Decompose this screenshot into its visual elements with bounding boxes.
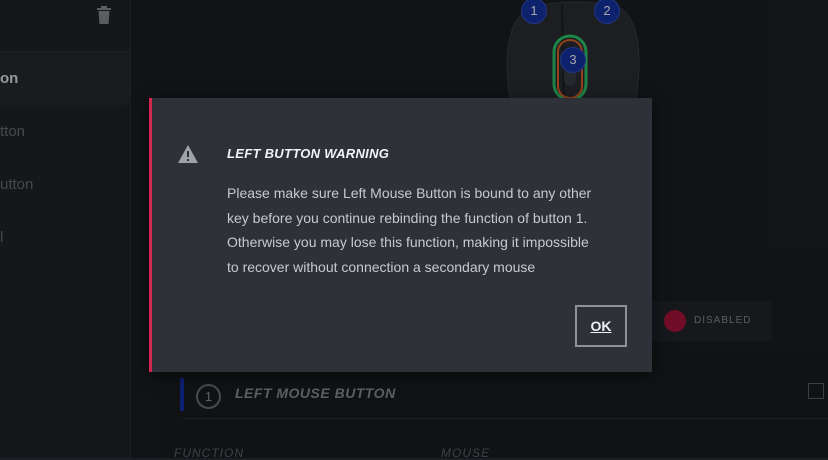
- dialog-message-line: to recover without connection a secondar…: [227, 258, 536, 275]
- dialog-message: Please make sure Left Mouse Button is bo…: [227, 181, 637, 279]
- dialog-title: LEFT BUTTON WARNING: [227, 146, 390, 161]
- dialog-message-line: Please make sure Left Mouse Button is bo…: [227, 185, 592, 201]
- dialog-message-line: Otherwise you may lose this function, ma…: [227, 234, 589, 250]
- warning-dialog: LEFT BUTTON WARNING Please make sure Lef…: [149, 98, 652, 372]
- warning-icon: [178, 145, 198, 163]
- dialog-message-line: key before you continue rebinding the fu…: [227, 209, 588, 226]
- ok-button[interactable]: OK: [575, 305, 627, 347]
